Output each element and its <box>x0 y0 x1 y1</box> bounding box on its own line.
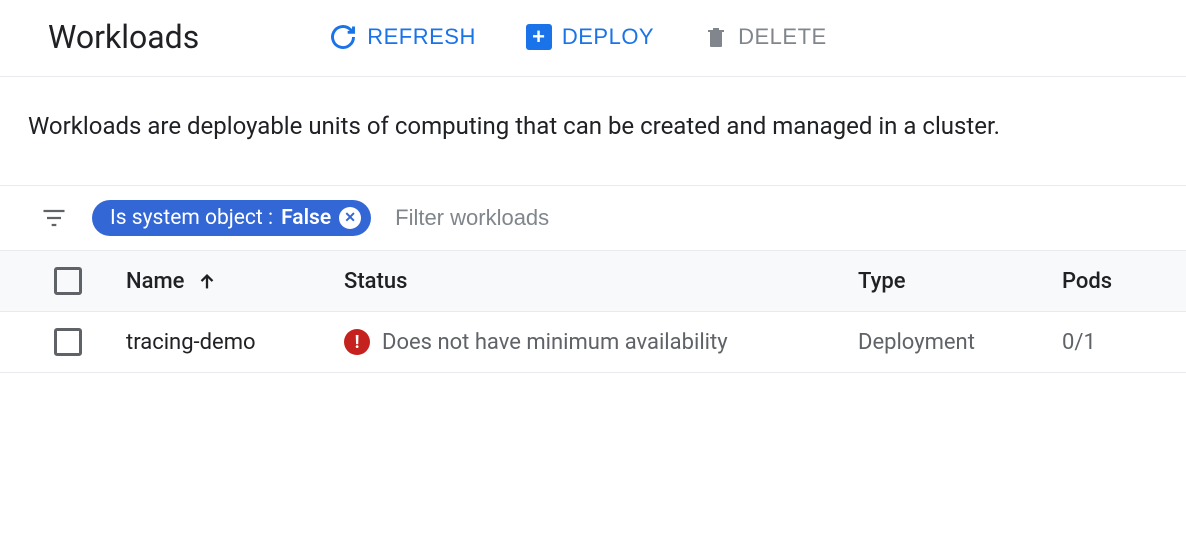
refresh-icon <box>329 23 357 51</box>
refresh-button[interactable]: REFRESH <box>329 23 476 51</box>
column-type[interactable]: Type <box>858 269 1062 294</box>
status-text: Does not have minimum availability <box>382 330 728 355</box>
filter-input[interactable] <box>395 205 1158 231</box>
workloads-table: Name Status Type Pods tracing-demo ! Doe… <box>0 250 1186 373</box>
refresh-label: REFRESH <box>367 24 476 50</box>
filter-bar: Is system object : False ✕ <box>0 186 1186 250</box>
select-all-checkbox[interactable] <box>54 267 82 295</box>
delete-label: DELETE <box>738 24 827 50</box>
filter-chip[interactable]: Is system object : False ✕ <box>92 200 371 236</box>
trash-icon <box>704 24 728 50</box>
column-name[interactable]: Name <box>126 269 344 294</box>
page-title: Workloads <box>48 18 199 56</box>
delete-button[interactable]: DELETE <box>704 24 827 50</box>
table-row[interactable]: tracing-demo ! Does not have minimum ava… <box>0 312 1186 373</box>
close-icon[interactable]: ✕ <box>339 207 361 229</box>
page-description: Workloads are deployable units of comput… <box>0 77 1186 186</box>
workload-type: Deployment <box>858 330 1062 355</box>
deploy-button[interactable]: + DEPLOY <box>526 24 654 50</box>
workload-name[interactable]: tracing-demo <box>126 330 344 355</box>
table-header: Name Status Type Pods <box>0 250 1186 312</box>
sort-ascending-icon <box>196 271 218 293</box>
filter-chip-key: Is system object : <box>110 206 273 230</box>
filter-chip-value: False <box>281 206 331 230</box>
plus-icon: + <box>526 24 552 50</box>
deploy-label: DEPLOY <box>562 24 654 50</box>
column-name-label: Name <box>126 269 184 294</box>
filter-icon[interactable] <box>40 204 68 232</box>
row-checkbox[interactable] <box>54 328 82 356</box>
column-status[interactable]: Status <box>344 269 858 294</box>
workload-pods: 0/1 <box>1062 330 1186 355</box>
error-icon: ! <box>344 329 370 355</box>
column-pods[interactable]: Pods <box>1062 269 1186 294</box>
